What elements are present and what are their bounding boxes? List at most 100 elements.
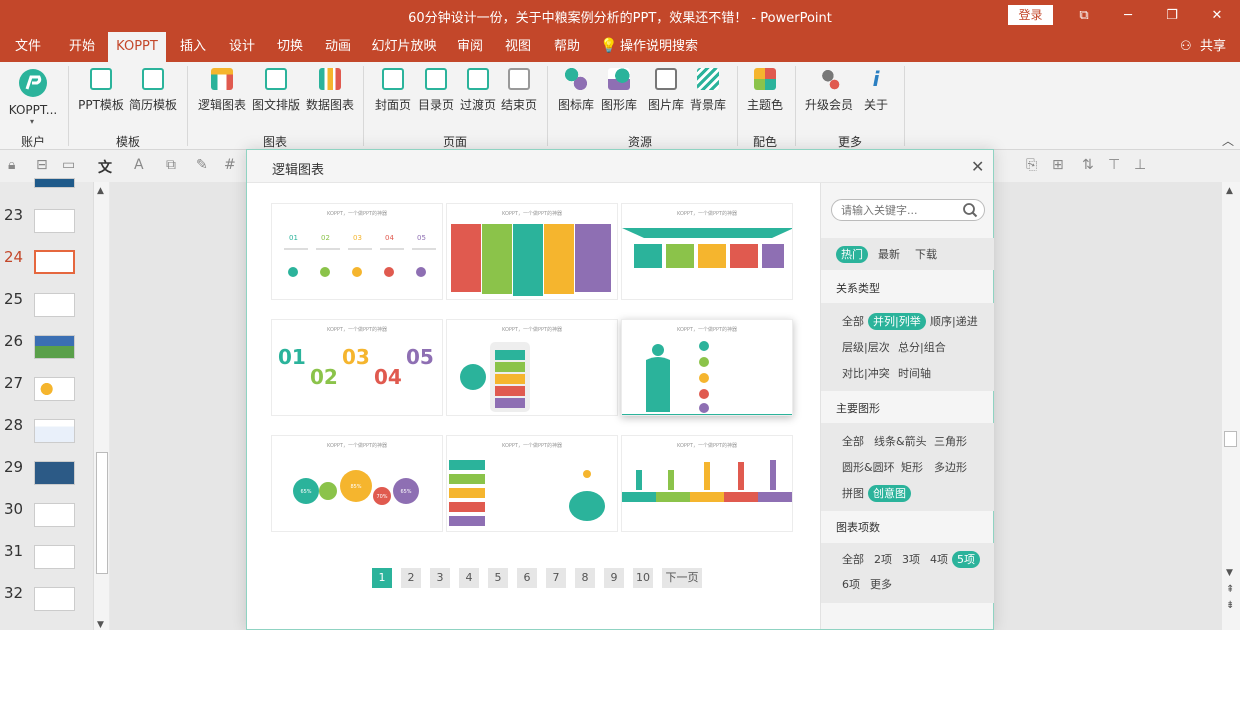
shape-puzzle[interactable]: 拼图: [837, 485, 869, 502]
scroll-down-icon[interactable]: ▼: [1226, 568, 1233, 578]
paste-icon[interactable]: ⎘: [1026, 157, 1037, 173]
page-8[interactable]: 8: [575, 568, 595, 588]
page-4[interactable]: 4: [459, 568, 479, 588]
close-window-icon[interactable]: ✕: [1207, 6, 1227, 26]
shape-triangle[interactable]: 三角形: [929, 433, 972, 450]
restore-icon[interactable]: ❐: [1162, 6, 1182, 26]
shape-polygon[interactable]: 多边形: [929, 459, 972, 476]
page-1[interactable]: 1: [372, 568, 392, 588]
relation-parallel[interactable]: 并列|列举: [868, 313, 926, 330]
ppt-template-button[interactable]: PPT模板: [76, 68, 126, 113]
page-6[interactable]: 6: [517, 568, 537, 588]
toc-page-button[interactable]: 目录页: [414, 68, 458, 113]
tab-view[interactable]: 视图: [498, 32, 538, 62]
search-icon[interactable]: [962, 202, 978, 218]
shape-creative[interactable]: 创意图: [868, 485, 911, 502]
scroll-down-icon[interactable]: ▼: [97, 620, 104, 630]
slide-thumbnail[interactable]: [34, 503, 75, 527]
lock-icon[interactable]: 🔒︎: [8, 157, 15, 173]
search-input[interactable]: [841, 203, 961, 218]
relation-combination[interactable]: 总分|组合: [893, 339, 951, 356]
template-card[interactable]: KOPPT，一个做PPT的神器: [446, 435, 618, 532]
page-5[interactable]: 5: [488, 568, 508, 588]
tab-home[interactable]: 开始: [60, 32, 104, 62]
minimize-icon[interactable]: ─: [1118, 6, 1138, 26]
slide-thumbnail[interactable]: [34, 377, 75, 401]
distribute-icon[interactable]: ⇅: [1082, 157, 1094, 173]
replace-image-icon[interactable]: ⧉: [166, 157, 176, 173]
tab-slideshow[interactable]: 幻灯片放映: [369, 32, 439, 62]
upgrade-member-button[interactable]: 升级会员: [802, 68, 856, 113]
background-library-button[interactable]: 背景库: [686, 68, 730, 113]
slides-scrollbar[interactable]: ▲ ▼: [93, 182, 109, 630]
template-card[interactable]: KOPPT，一个做PPT的神器 65% 85% 70% 65%: [271, 435, 443, 532]
tab-design[interactable]: 设计: [221, 32, 263, 62]
prev-slide-icon[interactable]: ⇞: [1226, 584, 1234, 595]
share-button[interactable]: 共享: [1200, 32, 1226, 62]
layout-button[interactable]: 图文排版: [250, 68, 302, 113]
close-icon[interactable]: ✕: [971, 157, 984, 176]
theme-color-button[interactable]: 主题色: [743, 68, 787, 113]
image-library-button[interactable]: 图片库: [644, 68, 688, 113]
koppt-account-button[interactable]: KOPPT...: [8, 68, 58, 117]
logic-chart-button[interactable]: 逻辑图表: [196, 68, 248, 113]
shape-all[interactable]: 全部: [837, 433, 869, 450]
template-card[interactable]: KOPPT，一个做PPT的神器: [621, 203, 793, 300]
page-10[interactable]: 10: [633, 568, 653, 588]
count-3[interactable]: 3项: [897, 551, 925, 568]
scroll-thumb[interactable]: [1224, 431, 1237, 447]
icon-library-button[interactable]: 图标库: [554, 68, 598, 113]
tab-review[interactable]: 审阅: [450, 32, 490, 62]
align-top-icon[interactable]: ⊤: [1108, 157, 1120, 173]
scroll-thumb[interactable]: [96, 452, 108, 574]
tab-insert[interactable]: 插入: [172, 32, 214, 62]
relation-all[interactable]: 全部: [837, 313, 869, 330]
count-4[interactable]: 4项: [925, 551, 953, 568]
align-bottom-icon[interactable]: ⊥: [1134, 157, 1146, 173]
textbox-icon[interactable]: ▭: [62, 157, 75, 173]
about-button[interactable]: i 关于: [858, 68, 894, 113]
login-button[interactable]: 登录: [1008, 5, 1053, 25]
template-card[interactable]: KOPPT，一个做PPT的神器: [446, 203, 618, 300]
slide-thumbnail[interactable]: [34, 419, 75, 443]
slide-thumbnail[interactable]: [34, 587, 75, 611]
sort-hot[interactable]: 热门: [836, 246, 868, 263]
editor-scrollbar[interactable]: ▲ ▼ ⇞ ⇟: [1222, 182, 1240, 630]
template-card[interactable]: KOPPT，一个做PPT的神器: [621, 435, 793, 532]
slide-thumbnail[interactable]: [34, 335, 75, 359]
tab-transitions[interactable]: 切换: [269, 32, 311, 62]
template-card-selected[interactable]: KOPPT，一个做PPT的神器: [621, 319, 793, 416]
text-direction-icon[interactable]: 文: [98, 157, 112, 177]
grid-icon[interactable]: #: [224, 157, 236, 173]
scroll-up-icon[interactable]: ▲: [97, 186, 104, 196]
slide-thumbnail[interactable]: [34, 545, 75, 569]
transition-page-button[interactable]: 过渡页: [456, 68, 500, 113]
font-icon[interactable]: A: [134, 157, 144, 173]
image-tool-icon[interactable]: ⊞: [1052, 157, 1064, 173]
tab-file[interactable]: 文件: [8, 32, 48, 62]
slide-thumbnail[interactable]: [34, 293, 75, 317]
count-5[interactable]: 5项: [952, 551, 980, 568]
tell-me-search[interactable]: 操作说明搜索: [620, 32, 698, 62]
relation-hierarchy[interactable]: 层级|层次: [837, 339, 895, 356]
sort-download[interactable]: 下载: [910, 246, 942, 263]
cover-page-button[interactable]: 封面页: [371, 68, 415, 113]
shape-library-button[interactable]: 图形库: [597, 68, 641, 113]
count-6[interactable]: 6项: [837, 576, 865, 593]
relation-timeline[interactable]: 时间轴: [893, 365, 936, 382]
notes-area[interactable]: [0, 630, 1240, 704]
slide-thumbnail-current[interactable]: [34, 250, 75, 274]
template-card[interactable]: KOPPT，一个做PPT的神器 01 02 03 04 05: [271, 319, 443, 416]
page-3[interactable]: 3: [430, 568, 450, 588]
template-card[interactable]: KOPPT，一个做PPT的神器: [446, 319, 618, 416]
page-9[interactable]: 9: [604, 568, 624, 588]
count-2[interactable]: 2项: [869, 551, 897, 568]
next-page-button[interactable]: 下一页: [662, 568, 702, 588]
end-page-button[interactable]: 结束页: [497, 68, 541, 113]
page-2[interactable]: 2: [401, 568, 421, 588]
slide-thumbnail[interactable]: [34, 461, 75, 485]
data-chart-button[interactable]: 数据图表: [304, 68, 356, 113]
shape-circle[interactable]: 圆形&圆环: [837, 459, 900, 476]
count-all[interactable]: 全部: [837, 551, 869, 568]
scroll-up-icon[interactable]: ▲: [1226, 186, 1233, 196]
